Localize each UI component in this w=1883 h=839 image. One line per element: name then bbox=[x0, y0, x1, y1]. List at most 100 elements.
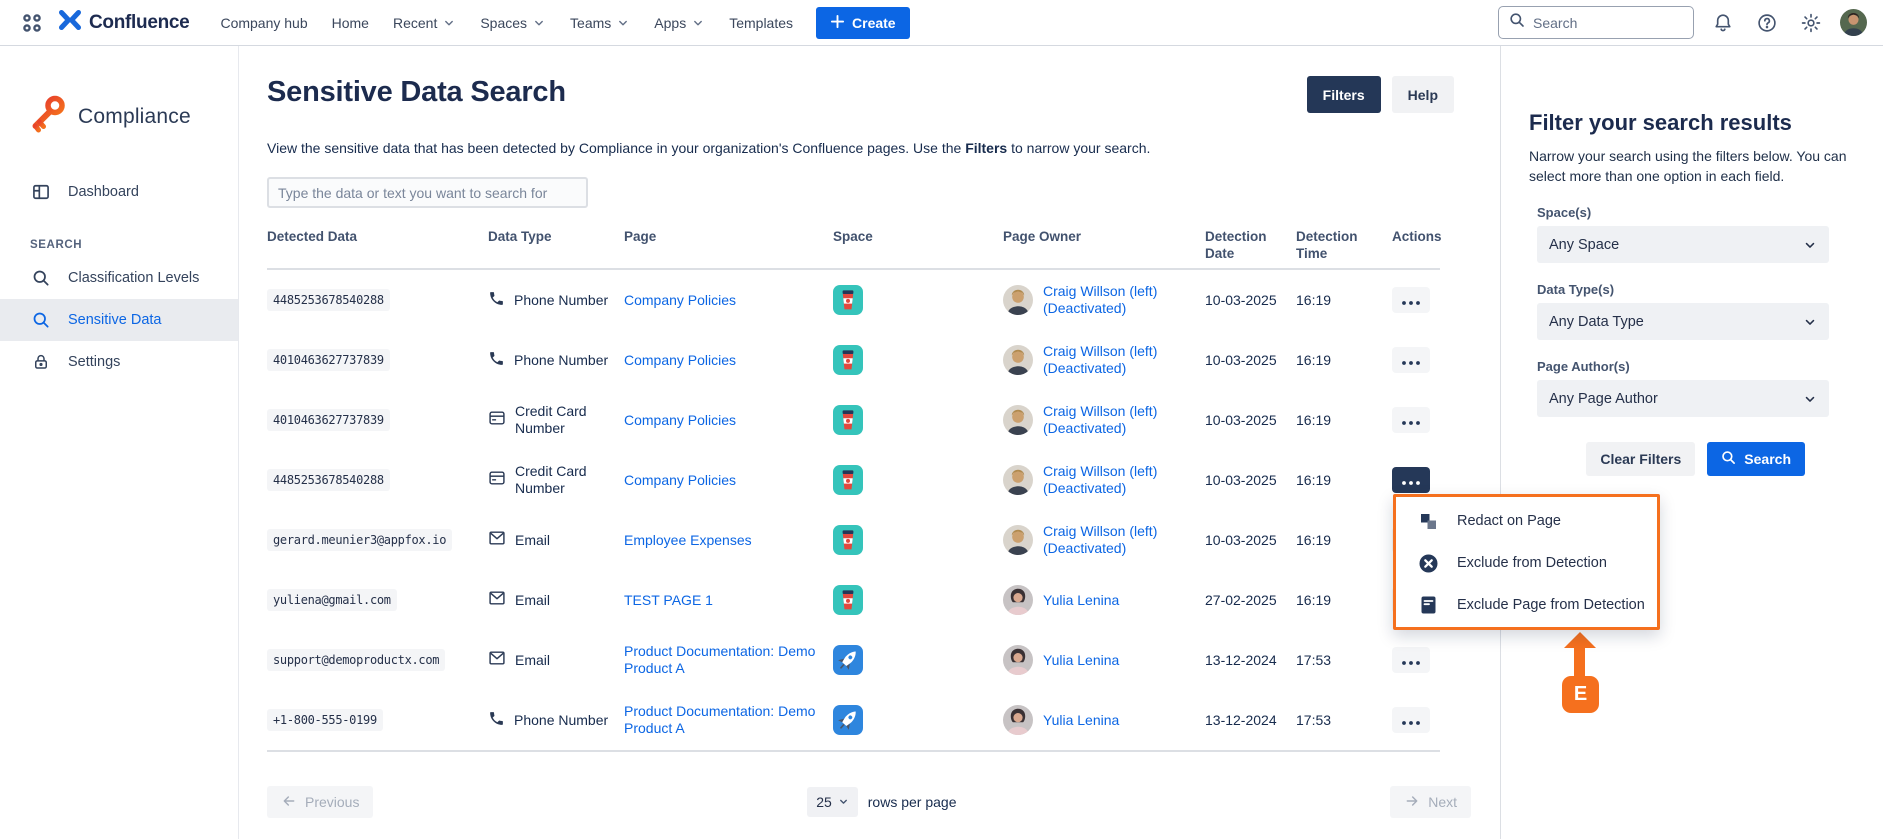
data-type-cell: Credit Card Number bbox=[488, 463, 610, 497]
nav-item-templates[interactable]: Templates bbox=[720, 9, 802, 37]
detected-data-chip: +1-800-555-0199 bbox=[267, 709, 383, 731]
row-actions-button[interactable] bbox=[1392, 347, 1430, 373]
nav-item-teams[interactable]: Teams bbox=[561, 9, 639, 37]
page-link[interactable]: Company Policies bbox=[624, 472, 736, 489]
email-icon bbox=[488, 530, 506, 550]
create-button[interactable]: Create bbox=[816, 7, 910, 39]
next-button[interactable]: Next bbox=[1390, 786, 1471, 818]
email-icon bbox=[488, 590, 506, 610]
nav-item-company-hub[interactable]: Company hub bbox=[211, 9, 316, 37]
detected-data-chip: support@demoproductx.com bbox=[267, 649, 445, 671]
page-owner-link[interactable]: Yulia Lenina bbox=[1043, 652, 1119, 669]
page-link[interactable]: Employee Expenses bbox=[624, 532, 752, 549]
man-avatar bbox=[1003, 465, 1033, 495]
page-description: View the sensitive data that has been de… bbox=[267, 140, 1471, 156]
table-row: 4010463627737839Credit Card NumberCompan… bbox=[267, 390, 1440, 450]
phone-icon bbox=[488, 350, 505, 371]
row-actions-button[interactable] bbox=[1392, 467, 1430, 493]
exclude-icon bbox=[1419, 554, 1438, 573]
data-type-cell: Phone Number bbox=[488, 290, 610, 311]
nav-item-apps[interactable]: Apps bbox=[645, 9, 714, 37]
filters-button[interactable]: Filters bbox=[1307, 76, 1381, 113]
page-owner-link[interactable]: Craig Willson (left) (Deactivated) bbox=[1043, 283, 1191, 317]
page-link[interactable]: Company Policies bbox=[624, 412, 736, 429]
sidebar-item-label: Classification Levels bbox=[68, 270, 199, 286]
column-header-actions: Actions bbox=[1392, 228, 1440, 262]
filter-select-space-s[interactable]: Any Space bbox=[1537, 226, 1829, 263]
data-type-cell: Email bbox=[488, 650, 610, 670]
clear-filters-button[interactable]: Clear Filters bbox=[1586, 442, 1695, 476]
global-search-input[interactable] bbox=[1533, 15, 1663, 31]
nav-item-recent[interactable]: Recent bbox=[384, 9, 465, 37]
row-actions-button[interactable] bbox=[1392, 707, 1430, 733]
filter-select-data-type-s[interactable]: Any Data Type bbox=[1537, 303, 1829, 340]
exclude-page-icon bbox=[1419, 596, 1438, 614]
detection-time: 16:19 bbox=[1296, 292, 1331, 308]
column-header-space: Space bbox=[833, 228, 1003, 262]
page-owner-link[interactable]: Craig Willson (left) (Deactivated) bbox=[1043, 343, 1191, 377]
detection-date: 13-12-2024 bbox=[1205, 652, 1277, 668]
app-switcher-icon[interactable] bbox=[18, 9, 46, 37]
page-owner-link[interactable]: Craig Willson (left) (Deactivated) bbox=[1043, 403, 1191, 437]
lock-icon bbox=[30, 352, 52, 372]
detection-date: 10-03-2025 bbox=[1205, 472, 1277, 488]
pagination: Previous 25 rows per page Next bbox=[267, 786, 1471, 818]
page-owner-link[interactable]: Craig Willson (left) (Deactivated) bbox=[1043, 463, 1191, 497]
page-link[interactable]: Company Policies bbox=[624, 352, 736, 369]
sidebar-item-sensitive-data[interactable]: Sensitive Data bbox=[0, 299, 238, 341]
rows-per-page-label: rows per page bbox=[868, 794, 957, 810]
sidebar-item-classification-levels[interactable]: Classification Levels bbox=[0, 257, 238, 299]
row-actions-button[interactable] bbox=[1392, 407, 1430, 433]
sensitive-data-search-input[interactable] bbox=[267, 177, 588, 208]
arrow-right-icon bbox=[1404, 793, 1420, 812]
page-link[interactable]: TEST PAGE 1 bbox=[624, 592, 713, 609]
more-options-icon bbox=[1402, 293, 1420, 308]
page-owner-link[interactable]: Craig Willson (left) (Deactivated) bbox=[1043, 523, 1191, 557]
context-menu-item-exclude-from-detection[interactable]: Exclude from Detection bbox=[1396, 542, 1657, 584]
compliance-logo: Compliance bbox=[26, 92, 238, 141]
filter-search-button[interactable]: Search bbox=[1707, 442, 1805, 476]
annotation-arrow-shaft bbox=[1574, 646, 1585, 676]
search-icon bbox=[30, 310, 52, 330]
global-search[interactable] bbox=[1498, 6, 1694, 39]
sidebar-item-label: Settings bbox=[68, 354, 120, 370]
page-link[interactable]: Product Documentation: Demo Product A bbox=[624, 643, 819, 677]
row-actions-button[interactable] bbox=[1392, 647, 1430, 673]
nav-item-home[interactable]: Home bbox=[323, 9, 378, 37]
chevron-down-icon bbox=[532, 16, 546, 30]
table-row: +1-800-555-0199Phone NumberProduct Docum… bbox=[267, 690, 1440, 750]
sidebar-item-settings[interactable]: Settings bbox=[0, 341, 238, 383]
page-owner-link[interactable]: Yulia Lenina bbox=[1043, 712, 1119, 729]
user-avatar[interactable] bbox=[1840, 9, 1867, 36]
chevron-down-icon bbox=[838, 794, 849, 810]
notifications-icon[interactable] bbox=[1708, 8, 1738, 38]
confluence-logo[interactable]: Confluence bbox=[58, 9, 189, 36]
filter-field-data-type-s: Data Type(s)Any Data Type bbox=[1537, 282, 1853, 340]
chevron-down-icon bbox=[1803, 392, 1817, 406]
sidebar-item-dashboard[interactable]: Dashboard bbox=[0, 171, 238, 213]
coffee-space-icon bbox=[833, 405, 989, 435]
detected-data-chip: gerard.meunier3@appfox.io bbox=[267, 529, 452, 551]
column-header-detected-data: Detected Data bbox=[267, 228, 488, 262]
page-link[interactable]: Product Documentation: Demo Product A bbox=[624, 703, 819, 737]
filter-select-page-author-s[interactable]: Any Page Author bbox=[1537, 380, 1829, 417]
page-link[interactable]: Company Policies bbox=[624, 292, 736, 309]
help-icon[interactable] bbox=[1752, 8, 1782, 38]
context-menu-item-exclude-page-from-detection[interactable]: Exclude Page from Detection bbox=[1396, 584, 1657, 626]
previous-button[interactable]: Previous bbox=[267, 786, 373, 818]
sidebar-item-label: Dashboard bbox=[68, 184, 139, 200]
search-icon bbox=[1509, 12, 1525, 33]
detection-date: 10-03-2025 bbox=[1205, 352, 1277, 368]
row-actions-button[interactable] bbox=[1392, 287, 1430, 313]
credit-card-icon bbox=[488, 470, 506, 490]
search-icon bbox=[30, 268, 52, 288]
nav-item-spaces[interactable]: Spaces bbox=[471, 9, 555, 37]
help-button[interactable]: Help bbox=[1392, 76, 1454, 113]
page-owner-link[interactable]: Yulia Lenina bbox=[1043, 592, 1119, 609]
coffee-space-icon bbox=[833, 285, 989, 315]
detection-time: 16:19 bbox=[1296, 412, 1331, 428]
settings-gear-icon[interactable] bbox=[1796, 8, 1826, 38]
rows-per-page-select[interactable]: 25 bbox=[807, 787, 858, 817]
context-menu-item-redact-on-page[interactable]: Redact on Page bbox=[1396, 500, 1657, 542]
filter-field-label: Page Author(s) bbox=[1537, 359, 1853, 374]
